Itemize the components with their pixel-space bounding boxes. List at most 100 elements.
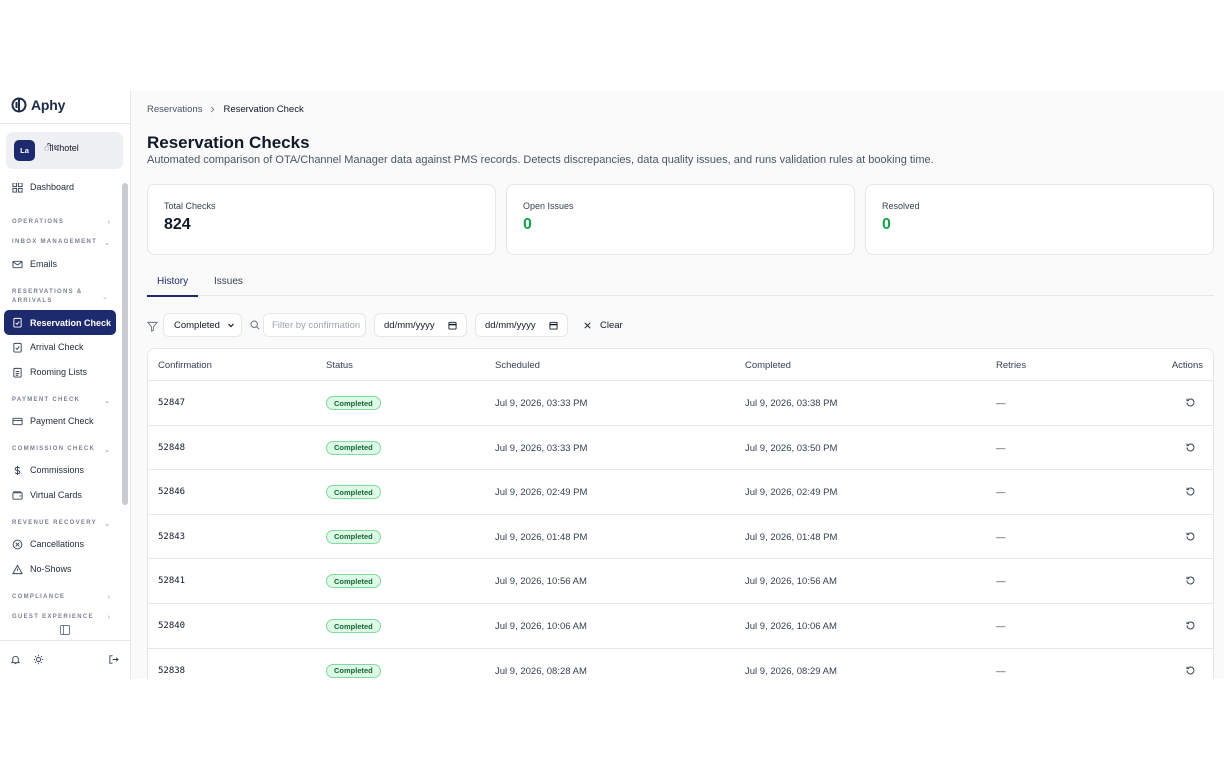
- logo[interactable]: Aphy: [11, 97, 65, 113]
- retry-icon[interactable]: [1185, 397, 1196, 408]
- section-payment[interactable]: PAYMENT CHECK ⌄: [12, 397, 110, 405]
- scheduled-cell: Jul 9, 2026, 02:49 PM: [495, 487, 588, 499]
- column-header-status[interactable]: Status: [326, 360, 353, 371]
- filter-bar: Completed Filter by confirmation dd/mm/y…: [147, 313, 623, 339]
- completed-cell: Jul 9, 2026, 02:49 PM: [745, 487, 838, 499]
- section-compliance[interactable]: COMPLIANCE ›: [12, 594, 110, 601]
- sidebar-item-reservation-check[interactable]: Reservation Check: [4, 310, 116, 335]
- table-row[interactable]: 52840 Completed Jul 9, 2026, 10:06 AM Jul 9…: [148, 603, 1213, 648]
- stat-value: 824: [164, 216, 191, 233]
- section-inbox[interactable]: INBOX MANAGEMENT ⌄: [12, 239, 110, 247]
- clear-filters-button[interactable]: Clear: [583, 313, 623, 337]
- confirmation-search-input[interactable]: Filter by confirmation: [263, 313, 366, 337]
- sidebar-item-label: Dashboard: [30, 183, 75, 192]
- sidebar-collapse-icon[interactable]: [60, 625, 70, 635]
- bell-icon[interactable]: [10, 654, 21, 665]
- sidebar-divider: [0, 123, 130, 124]
- chevron-right-icon: ›: [107, 614, 110, 621]
- retry-icon[interactable]: [1185, 531, 1196, 542]
- confirmation-cell[interactable]: 52848: [158, 443, 185, 453]
- sidebar-item-commissions[interactable]: Commissions: [4, 458, 116, 482]
- clipboard-list-icon: [13, 367, 22, 378]
- date-to-input[interactable]: dd/mm/yyyy: [475, 313, 568, 337]
- retries-cell: —: [996, 442, 1006, 454]
- retries-cell: —: [996, 531, 1006, 543]
- confirmation-cell[interactable]: 52847: [158, 398, 185, 408]
- confirmation-cell[interactable]: 52841: [158, 576, 185, 586]
- column-header-confirmation[interactable]: Confirmation: [158, 360, 212, 371]
- confirmation-cell[interactable]: 52838: [158, 666, 185, 676]
- breadcrumb-reservations[interactable]: Reservations: [147, 104, 202, 115]
- confirmation-cell[interactable]: 52846: [158, 487, 185, 497]
- sidebar-scrollbar[interactable]: [122, 183, 128, 505]
- column-header-completed[interactable]: Completed: [745, 360, 791, 371]
- status-badge: Completed: [326, 485, 381, 500]
- chevron-down-icon: [228, 323, 234, 328]
- results-table: Confirmation Status Scheduled Completed …: [147, 348, 1214, 679]
- breadcrumb-current: Reservation Check: [223, 104, 304, 115]
- section-revenue[interactable]: REVENUE RECOVERY ⌄: [12, 520, 110, 528]
- sidebar-item-rooming-lists[interactable]: Rooming Lists: [4, 360, 116, 384]
- status-badge: Completed: [326, 529, 381, 544]
- column-header-scheduled[interactable]: Scheduled: [495, 360, 540, 371]
- column-header-retries[interactable]: Retries: [996, 360, 1026, 371]
- filter-icon: [147, 321, 158, 332]
- sidebar-item-arrival-check[interactable]: Arrival Check: [4, 335, 116, 359]
- calendar-icon[interactable]: [448, 321, 457, 330]
- x-circle-icon: [12, 539, 23, 549]
- completed-cell: Jul 9, 2026, 01:48 PM: [745, 531, 838, 543]
- section-guest-experience[interactable]: GUEST EXPERIENCE ›: [12, 614, 110, 621]
- calendar-icon[interactable]: [549, 321, 558, 330]
- sidebar-footer: [0, 641, 131, 679]
- page-subtitle: Automated comparison of OTA/Channel Mana…: [147, 154, 934, 166]
- status-badge: Completed: [326, 663, 381, 678]
- section-reservations[interactable]: RESERVATIONS & ARRIVALS: [12, 289, 110, 304]
- section-commission[interactable]: COMMISSION CHECK ⌄: [12, 446, 110, 454]
- sidebar-item-no-shows[interactable]: No-Shows: [4, 557, 116, 581]
- hotel-switcher[interactable]: La ीlधhotel: [6, 132, 123, 169]
- sidebar-item-payment-check[interactable]: Payment Check: [4, 409, 116, 433]
- sun-icon[interactable]: [33, 654, 44, 665]
- sidebar: Aphy La ीlधhotel Dashboard OPERATIONS › I…: [0, 91, 131, 679]
- status-badge: Completed: [326, 396, 381, 410]
- sidebar-item-emails[interactable]: Emails: [4, 252, 116, 276]
- date-from-input[interactable]: dd/mm/yyyy: [374, 313, 467, 337]
- table-row[interactable]: 52847 Completed Jul 9, 2026, 03:33 PM Jul 9…: [148, 380, 1213, 425]
- retry-icon[interactable]: [1185, 665, 1196, 676]
- table-row[interactable]: 52846 Completed Jul 9, 2026, 02:49 PM Jul 9…: [148, 469, 1213, 514]
- table-row[interactable]: 52838 Completed Jul 9, 2026, 08:28 AM Jul 9…: [148, 647, 1213, 679]
- confirmation-cell[interactable]: 52840: [158, 621, 185, 631]
- stat-label: Total Checks: [164, 201, 216, 211]
- retry-icon[interactable]: [1185, 620, 1196, 631]
- tab-issues[interactable]: Issues: [214, 276, 243, 295]
- stat-value: 0: [882, 216, 891, 233]
- retry-icon[interactable]: [1185, 486, 1196, 497]
- stat-card-total-checks: Total Checks 824: [147, 184, 496, 255]
- status-select[interactable]: Completed: [163, 313, 242, 337]
- retry-icon[interactable]: [1185, 575, 1196, 586]
- table-row[interactable]: 52848 Completed Jul 9, 2026, 03:33 PM Jul 9…: [148, 424, 1213, 470]
- chevron-right-icon: [211, 106, 215, 113]
- chevron-right-icon: ›: [107, 219, 110, 226]
- sidebar-item-cancellations[interactable]: Cancellations: [4, 532, 116, 556]
- stat-card-resolved: Resolved 0: [865, 184, 1214, 255]
- logout-icon[interactable]: [108, 654, 119, 665]
- tab-history[interactable]: History: [147, 276, 199, 297]
- close-icon: [584, 321, 591, 329]
- clipboard-check-icon: [13, 317, 22, 328]
- sidebar-item-dashboard[interactable]: Dashboard: [4, 183, 116, 199]
- retry-icon[interactable]: [1185, 442, 1196, 453]
- status-badge: Completed: [326, 440, 381, 455]
- sidebar-item-virtual-cards[interactable]: Virtual Cards: [4, 483, 116, 507]
- main-content: Reservations Reservation Check Reservati…: [131, 91, 1224, 679]
- stat-label: Open Issues: [523, 201, 574, 211]
- section-operations[interactable]: OPERATIONS ›: [12, 219, 110, 226]
- wallet-icon: [12, 490, 23, 500]
- stat-value: 0: [523, 216, 532, 233]
- chevron-down-icon: ⌄: [102, 294, 108, 301]
- table-row[interactable]: 52841 Completed Jul 9, 2026, 10:56 AM Jul 9…: [148, 558, 1213, 603]
- aphy-logo-icon: [11, 97, 27, 113]
- table-row[interactable]: 52843 Completed Jul 9, 2026, 01:48 PM Jul 9…: [148, 513, 1213, 559]
- confirmation-cell[interactable]: 52843: [158, 532, 185, 542]
- stat-label: Resolved: [882, 201, 920, 211]
